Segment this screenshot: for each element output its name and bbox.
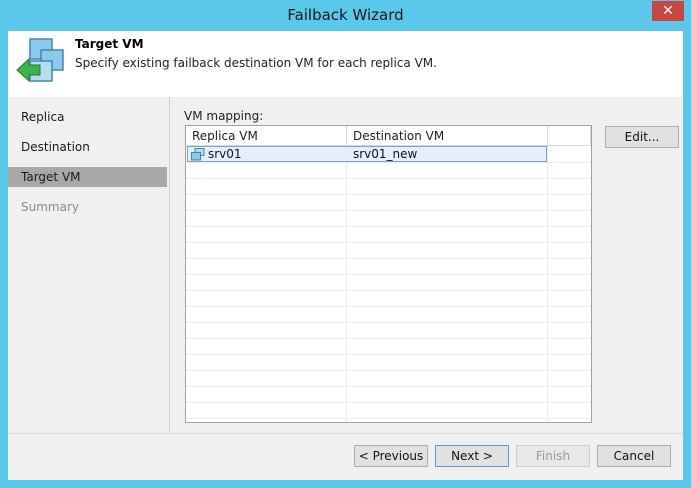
grid-row-line: [186, 370, 591, 371]
column-header-empty: [548, 126, 591, 146]
grid-column-line: [547, 146, 548, 422]
title-bar[interactable]: Failback Wizard ✕: [0, 0, 691, 31]
grid-row-line: [186, 162, 591, 163]
cell-replica-vm: srv01: [208, 147, 242, 161]
grid-row-line: [186, 338, 591, 339]
wizard-header: Target VM Specify existing failback dest…: [8, 31, 683, 97]
grid-row-line: [186, 274, 591, 275]
wizard-client: Target VM Specify existing failback dest…: [8, 31, 683, 480]
grid-row-line: [186, 210, 591, 211]
vm-mapping-table[interactable]: Replica VM Destination VM srv01 srv01_ne…: [185, 125, 592, 423]
failback-wizard-icon: [16, 38, 64, 83]
grid-row-line: [186, 258, 591, 259]
page-description: Specify existing failback destination VM…: [75, 56, 437, 70]
grid-row-line: [186, 354, 591, 355]
vm-icon: [191, 148, 205, 161]
wizard-window: Failback Wizard ✕ Target VM Specify exis…: [0, 0, 691, 488]
grid-row-line: [186, 194, 591, 195]
grid-column-line: [346, 146, 347, 422]
grid-row-line: [186, 178, 591, 179]
window-title: Failback Wizard: [287, 6, 404, 24]
step-summary: Summary: [21, 200, 79, 214]
grid-row-line: [186, 226, 591, 227]
grid-row-line: [186, 306, 591, 307]
page-title: Target VM: [75, 37, 144, 51]
footer-divider: [8, 433, 683, 434]
finish-button: Finish: [516, 445, 590, 467]
close-button[interactable]: ✕: [652, 1, 684, 21]
column-header-destination-vm[interactable]: Destination VM: [347, 126, 548, 146]
grid-row-line: [186, 242, 591, 243]
cell-destination-vm: srv01_new: [353, 147, 418, 161]
next-button[interactable]: Next >: [435, 445, 509, 467]
steps-sidebar: Replica Destination Target VM Summary: [8, 97, 169, 433]
step-target-vm[interactable]: Target VM: [8, 167, 167, 187]
main-panel: VM mapping: Replica VM Destination VM sr…: [170, 97, 683, 433]
step-replica[interactable]: Replica: [8, 107, 167, 127]
vm-mapping-label: VM mapping:: [184, 109, 264, 123]
grid-row-line: [186, 402, 591, 403]
grid-row-line: [186, 418, 591, 419]
grid-row-line: [186, 290, 591, 291]
edit-button[interactable]: Edit...: [605, 126, 679, 148]
grid-row-line: [186, 322, 591, 323]
close-icon: ✕: [662, 3, 674, 19]
cancel-button[interactable]: Cancel: [597, 445, 671, 467]
previous-button[interactable]: < Previous: [354, 445, 428, 467]
column-header-replica-vm[interactable]: Replica VM: [186, 126, 347, 146]
step-destination[interactable]: Destination: [8, 137, 167, 157]
grid-row-line: [186, 386, 591, 387]
